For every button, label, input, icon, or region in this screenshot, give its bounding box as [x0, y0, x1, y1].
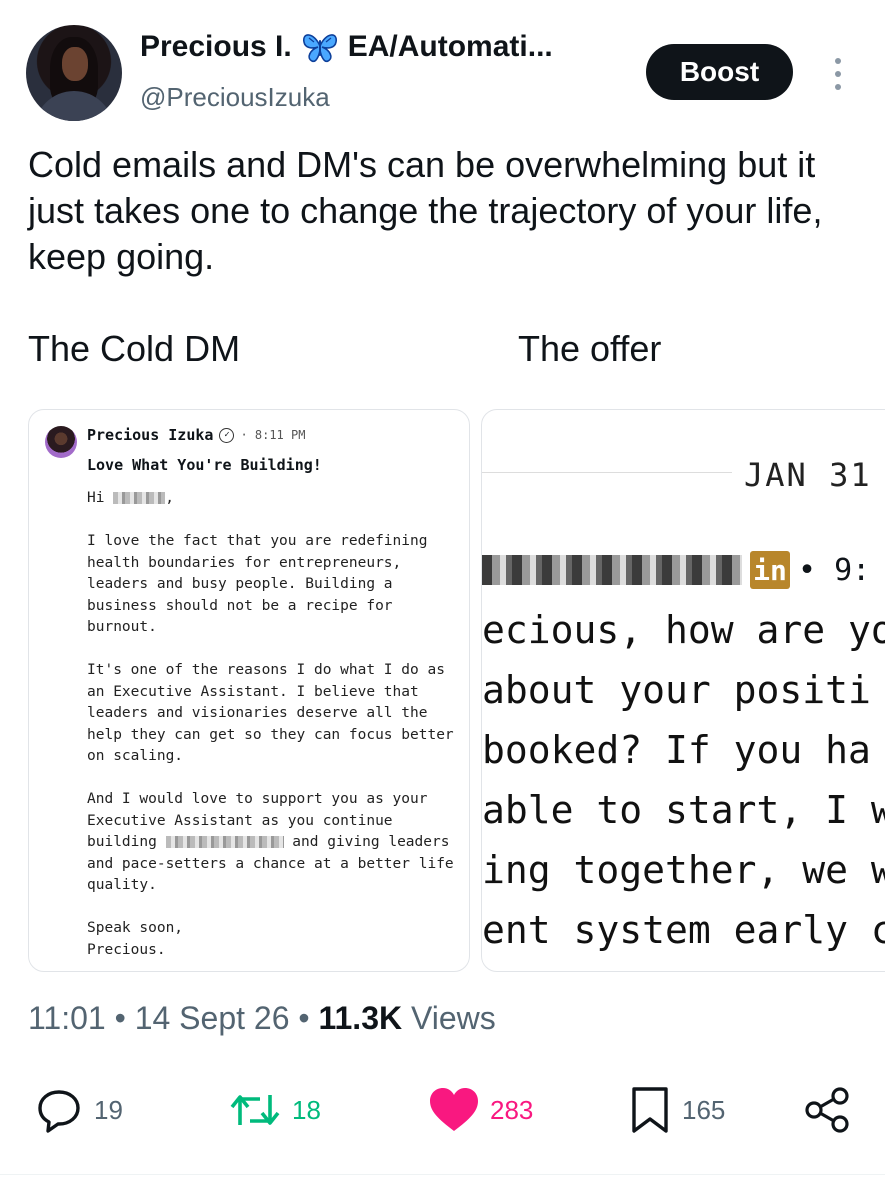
image-offer[interactable]: JAN 31 in • 9: ecious, how are yo about … [481, 409, 885, 972]
offer-line: ing together, we w [482, 848, 885, 892]
like-icon [430, 1088, 478, 1131]
offer-date: JAN 31 [744, 456, 872, 494]
like-button[interactable]: 283 [428, 1080, 533, 1140]
tweet-date: 14 Sept 26 [134, 1000, 290, 1036]
author-handle[interactable]: @PreciousIzuka [140, 82, 330, 113]
bookmark-icon [632, 1087, 668, 1133]
share-icon [805, 1087, 849, 1133]
repost-count: 18 [292, 1094, 321, 1125]
linkedin-icon: in [750, 551, 790, 589]
dm-header: Precious Izuka ✓ · 8:11 PM [87, 426, 305, 444]
caption-offer: The offer [518, 328, 662, 369]
date-divider [482, 472, 732, 473]
offer-line: ecious, how are yo [482, 608, 885, 652]
author-display-name[interactable]: Precious I. [140, 30, 292, 64]
offer-message: ecious, how are yo about your positi boo… [482, 600, 885, 960]
action-bar: 19 18 283 165 [0, 1080, 885, 1140]
tweet-time: 11:01 [28, 1000, 106, 1036]
repost-button[interactable]: 18 [228, 1080, 321, 1140]
redacted-company [165, 836, 284, 848]
author-name-suffix: EA/Automati... [347, 30, 553, 63]
reply-icon [38, 1090, 80, 1133]
butterfly-icon [302, 34, 337, 63]
views-count[interactable]: 11.3K [318, 1000, 402, 1036]
dm-signature: Precious. [87, 941, 166, 958]
tweet-text: Cold emails and DM's can be overwhelming… [28, 144, 823, 277]
like-count: 283 [490, 1094, 534, 1125]
dm-signoff: Speak soon, [87, 920, 184, 936]
divider [0, 1174, 885, 1175]
bookmark-count: 165 [682, 1094, 726, 1125]
dm-paragraph-1: I love the fact that you are redefining … [87, 533, 428, 635]
offer-sender-row: in • 9: [482, 550, 870, 590]
tweet-meta: 11:01 • 14 Sept 26 • 11.3K Views [28, 1000, 496, 1036]
boost-button[interactable]: Boost [646, 44, 793, 100]
author-name-row[interactable]: Precious I. EA/Automati... [140, 30, 553, 64]
verified-icon: ✓ [219, 427, 235, 443]
offer-time: • 9: [798, 552, 871, 588]
more-options-icon[interactable] [826, 54, 850, 94]
reply-count: 19 [94, 1094, 123, 1125]
dm-body: Hi , I love the fact that you are redefi… [87, 488, 459, 961]
dm-time: · 8:11 PM [240, 428, 306, 442]
redacted-sender [482, 555, 742, 585]
offer-line: able to start, I wo [482, 788, 885, 832]
image-cold-dm[interactable]: Precious Izuka ✓ · 8:11 PM Love What You… [28, 409, 470, 972]
repost-icon [230, 1095, 280, 1125]
author-avatar[interactable] [26, 25, 122, 121]
dm-greeting: Hi [87, 490, 114, 506]
dm-paragraph-2: It's one of the reasons I do what I do a… [87, 662, 454, 764]
redacted-name [113, 492, 166, 504]
views-label: Views [402, 1000, 496, 1036]
offer-line: ent system early c [482, 908, 885, 952]
share-button[interactable] [802, 1080, 852, 1140]
offer-line: about your positi [482, 668, 871, 712]
dm-subject: Love What You're Building! [87, 456, 322, 474]
caption-cold-dm: The Cold DM [28, 328, 241, 369]
dm-paragraph-3: And I would love to support you as your … [87, 791, 454, 893]
offer-line: booked? If you ha [482, 728, 871, 772]
bookmark-button[interactable]: 165 [628, 1080, 725, 1140]
dm-sender-name: Precious Izuka [87, 426, 214, 444]
reply-button[interactable]: 19 [34, 1080, 123, 1140]
dm-sender-avatar [45, 426, 77, 458]
